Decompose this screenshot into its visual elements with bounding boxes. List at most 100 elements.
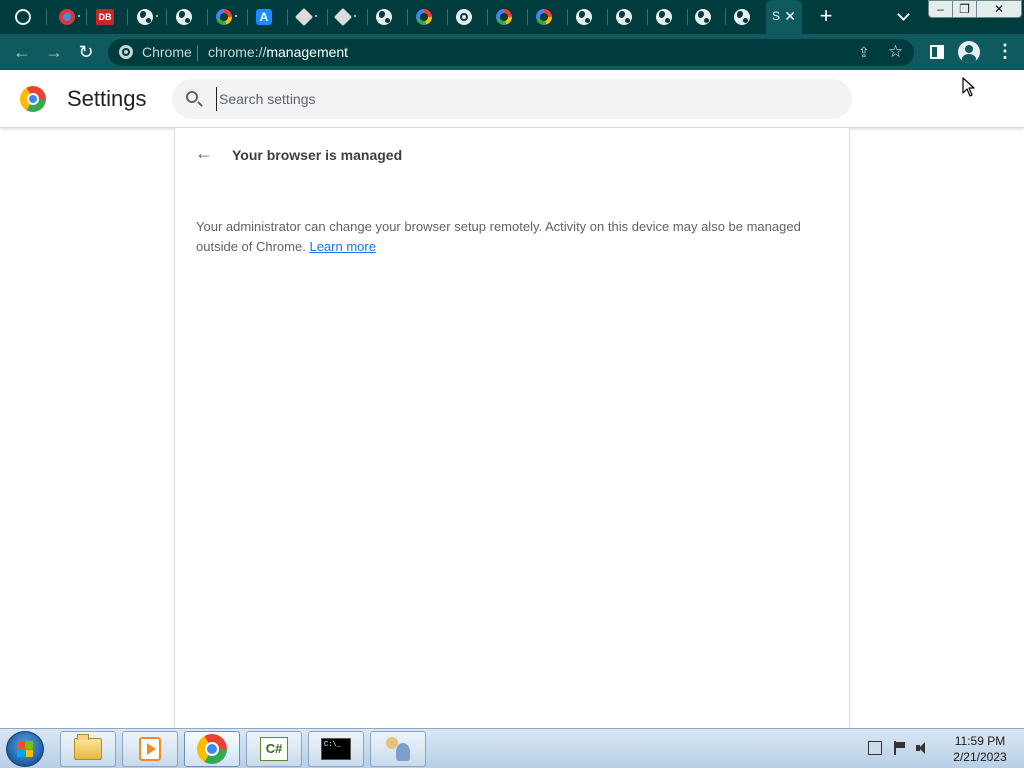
url-host: management	[266, 44, 349, 60]
taskbar-app-cmd[interactable]: C:\_	[308, 731, 364, 767]
taskbar-app-media-player[interactable]	[122, 731, 178, 767]
csharp-icon: C#	[260, 737, 288, 761]
users-icon	[384, 735, 412, 763]
chrome-icon	[456, 9, 472, 25]
tab[interactable]	[165, 0, 203, 34]
media-player-icon	[139, 737, 161, 761]
globe-icon	[616, 9, 632, 25]
forward-button[interactable]: →	[44, 42, 64, 62]
restore-button[interactable]: ❐	[952, 0, 977, 18]
tab[interactable]	[565, 0, 603, 34]
tab-dot	[78, 15, 80, 17]
description-text: Your administrator can change your brows…	[196, 219, 801, 254]
profile-avatar-icon[interactable]	[958, 41, 980, 63]
managed-description: Your administrator can change your brows…	[196, 217, 826, 257]
tab[interactable]	[205, 0, 243, 34]
close-tab-icon[interactable]: ✕	[784, 8, 796, 25]
chrome-icon	[197, 734, 227, 764]
mouse-cursor-icon	[962, 77, 975, 97]
clock[interactable]: 11:59 PM 2/21/2023	[940, 733, 1020, 765]
tab[interactable]	[445, 0, 483, 34]
settings-header: Settings	[0, 70, 1024, 128]
back-arrow-icon[interactable]: ←	[195, 144, 213, 162]
close-window-button[interactable]: ✕	[976, 0, 1022, 18]
chrome-site-info-icon[interactable]	[119, 45, 133, 59]
db-favicon-icon: DB	[96, 9, 114, 25]
url-text[interactable]: chrome://management	[208, 44, 348, 60]
page-title: Settings	[67, 86, 147, 111]
omnibox-divider	[197, 45, 198, 61]
dice-icon	[294, 7, 314, 27]
tab[interactable]: DB	[86, 0, 124, 34]
address-bar[interactable]: Chrome chrome://management ⇪ ☆	[108, 39, 914, 66]
tab-dot	[156, 15, 158, 17]
search-input[interactable]	[216, 87, 816, 111]
tab-history[interactable]	[4, 0, 42, 34]
kebab-menu-icon[interactable]: ⋮	[996, 42, 1014, 62]
search-settings-box[interactable]	[172, 79, 852, 119]
system-tray: 11:59 PM 2/21/2023	[860, 729, 1024, 769]
tab[interactable]	[324, 0, 362, 34]
google-g-icon	[416, 9, 432, 25]
tab[interactable]	[285, 0, 323, 34]
tab-dot	[315, 15, 317, 17]
side-panel-icon[interactable]	[930, 45, 944, 59]
tab[interactable]	[605, 0, 643, 34]
site-chip-label: Chrome	[142, 44, 192, 60]
globe-icon	[137, 9, 153, 25]
tab[interactable]	[645, 0, 683, 34]
reload-button[interactable]: ↻	[76, 42, 96, 62]
tab-dot	[235, 15, 237, 17]
start-button[interactable]	[6, 731, 44, 767]
share-icon[interactable]: ⇪	[858, 44, 874, 60]
tab[interactable]: A	[245, 0, 283, 34]
tab[interactable]	[405, 0, 443, 34]
minimize-button[interactable]: –	[928, 0, 953, 18]
tab[interactable]	[684, 0, 722, 34]
search-icon	[186, 91, 198, 103]
windows-taskbar: C# C:\_ 11:59 PM 2/21/2023	[0, 728, 1024, 768]
folder-icon	[74, 734, 102, 760]
tab[interactable]	[723, 0, 761, 34]
globe-icon	[656, 9, 672, 25]
tab-strip: DB A S ✕ + – ❐ ✕	[0, 0, 1024, 34]
tab[interactable]	[365, 0, 403, 34]
clock-time: 11:59 PM	[954, 734, 1006, 748]
tab[interactable]	[48, 0, 86, 34]
taskbar-app-explorer[interactable]	[60, 731, 116, 767]
back-button[interactable]: ←	[12, 42, 32, 62]
dice-icon	[333, 7, 353, 27]
taskbar-app-users[interactable]	[370, 731, 426, 767]
tab-search-chevron-down-icon[interactable]	[894, 8, 914, 26]
taskbar-app-csharp[interactable]: C#	[246, 731, 302, 767]
globe-icon	[695, 9, 711, 25]
recent-history-icon	[15, 9, 31, 25]
bookmark-star-icon[interactable]: ☆	[888, 42, 903, 62]
action-center-flag-icon[interactable]	[892, 741, 906, 755]
globe-icon	[176, 9, 192, 25]
volume-icon[interactable]	[916, 741, 930, 755]
google-g-icon	[496, 9, 512, 25]
management-card: ← Your browser is managed Your administr…	[174, 128, 850, 728]
tab[interactable]	[485, 0, 523, 34]
windows-logo-icon	[17, 741, 33, 757]
globe-icon	[376, 9, 392, 25]
globe-icon	[576, 9, 592, 25]
network-icon[interactable]	[868, 741, 882, 755]
google-g-icon	[536, 9, 552, 25]
google-g-icon	[216, 9, 232, 25]
learn-more-link[interactable]: Learn more	[309, 239, 375, 254]
taskbar-app-chrome[interactable]	[184, 731, 240, 767]
url-scheme: chrome://	[208, 44, 267, 60]
app-store-icon: A	[256, 9, 272, 25]
globe-icon	[734, 9, 750, 25]
tab-dot	[354, 15, 356, 17]
new-tab-button[interactable]: +	[814, 5, 838, 29]
chrome-logo-icon	[20, 86, 46, 112]
section-heading: Your browser is managed	[232, 147, 403, 163]
tab[interactable]	[126, 0, 164, 34]
tab[interactable]	[525, 0, 563, 34]
tab-settings-active[interactable]: S ✕	[766, 0, 802, 34]
clock-date: 2/21/2023	[953, 750, 1007, 764]
active-tab-title: S	[772, 9, 781, 23]
